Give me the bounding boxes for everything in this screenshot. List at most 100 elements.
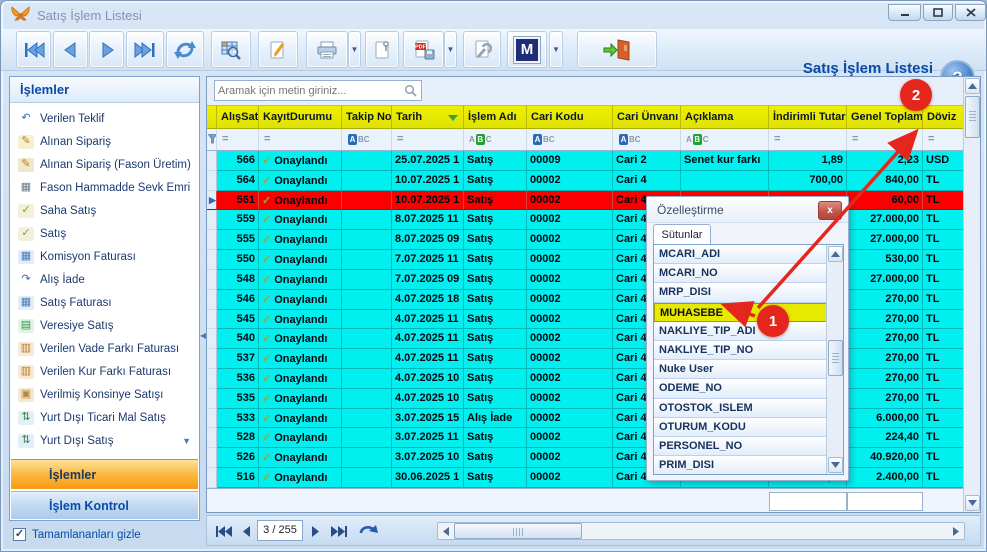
panel-button-islemler[interactable]: İşlemler xyxy=(11,459,198,489)
sidebar-item-3[interactable]: ✎Alınan Sipariş (Fason Üretim) xyxy=(10,153,199,176)
sidebar-item-6[interactable]: ✓Satış xyxy=(10,222,199,245)
m-dropdown-arrow[interactable]: ▼ xyxy=(549,31,563,68)
search-icon[interactable] xyxy=(404,84,417,97)
popup-column-item[interactable]: MUHASEBE xyxy=(654,303,827,322)
column-header-takipno[interactable]: Takip No xyxy=(342,105,392,129)
minimize-button[interactable] xyxy=(888,4,921,21)
grid-vertical-scrollbar[interactable] xyxy=(963,77,980,512)
filter-cell-takipno[interactable]: ABC xyxy=(342,129,392,150)
popup-scroll-down-button[interactable] xyxy=(828,457,843,473)
scroll-thumb[interactable] xyxy=(965,96,980,138)
popup-scrollbar[interactable] xyxy=(826,245,843,474)
page-next-button[interactable] xyxy=(307,521,325,541)
filter-cell-tarih[interactable]: = xyxy=(392,129,464,150)
column-header-indirimli[interactable]: İndirimli Tutar xyxy=(769,105,847,129)
search-input[interactable] xyxy=(218,82,398,99)
scroll-down-button[interactable] xyxy=(965,495,980,511)
new-document-button[interactable] xyxy=(365,31,399,68)
hide-completed-checkbox[interactable]: ✓ xyxy=(13,528,26,541)
table-search-button[interactable] xyxy=(211,31,251,68)
popup-column-item[interactable]: MCARI_ADI xyxy=(654,245,827,264)
filter-cell-alissatis[interactable]: = xyxy=(217,129,259,150)
sidebar-item-5[interactable]: ✓Saha Satış xyxy=(10,199,199,222)
popup-column-item[interactable]: OTURUM_KODU xyxy=(654,418,827,437)
filter-cell-aciklama[interactable]: ABC xyxy=(681,129,769,150)
pdf-dropdown-arrow[interactable]: ▼ xyxy=(444,31,457,68)
sidebar-item-10[interactable]: ▤Veresiye Satış xyxy=(10,314,199,337)
column-header-tarih[interactable]: Tarih xyxy=(392,105,464,129)
table-row[interactable]: 548✓Onaylandı7.07.2025 09Satış00002Cari … xyxy=(207,270,965,290)
table-row[interactable]: ▶561✓Onaylandı10.07.2025 1Satış00002Cari… xyxy=(207,191,965,211)
sidebar-item-7[interactable]: ▦Komisyon Faturası xyxy=(10,245,199,268)
sidebar-item-8[interactable]: ↷Alış İade xyxy=(10,268,199,291)
sidebar-item-1[interactable]: ↶Verilen Teklif xyxy=(10,107,199,130)
nav-first-button[interactable] xyxy=(16,31,51,68)
filter-cell-doviz[interactable]: = xyxy=(923,129,965,150)
page-last-button[interactable] xyxy=(327,521,351,541)
column-header-alissatis[interactable]: AlışSatış xyxy=(217,105,259,129)
popup-column-item[interactable]: MRP_DISI xyxy=(654,283,827,302)
sidebar-item-12[interactable]: ▥Verilen Kur Farkı Faturası xyxy=(10,360,199,383)
m-module-button[interactable]: M xyxy=(507,31,547,68)
table-row[interactable]: 564✓Onaylandı10.07.2025 1Satış00002Cari … xyxy=(207,171,965,191)
refresh-button[interactable] xyxy=(166,31,204,68)
table-row[interactable]: 545✓Onaylandı4.07.2025 11Satış00002Cari … xyxy=(207,310,965,330)
table-row[interactable]: 516✓Onaylandı30.06.2025 1Satış00002Cari … xyxy=(207,468,965,488)
page-prev-button[interactable] xyxy=(237,521,255,541)
grid-horizontal-scrollbar[interactable] xyxy=(437,522,965,540)
sidebar-item-9[interactable]: ▦Satış Faturası xyxy=(10,291,199,314)
filter-funnel-icon[interactable] xyxy=(207,129,217,150)
column-header-geneltoplam[interactable]: Genel Toplam xyxy=(847,105,923,129)
table-row[interactable]: 537✓Onaylandı4.07.2025 11Satış00002Cari … xyxy=(207,349,965,369)
scroll-up-button[interactable] xyxy=(965,78,980,94)
exit-button[interactable] xyxy=(577,31,657,68)
table-row[interactable]: 528✓Onaylandı3.07.2025 11Satış00002Cari … xyxy=(207,428,965,448)
sidebar-item-11[interactable]: ▥Verilen Vade Farkı Faturası xyxy=(10,337,199,360)
popup-column-item[interactable]: PERSONEL_NO xyxy=(654,437,827,456)
table-row[interactable]: 559✓Onaylandı8.07.2025 11Satış00002Cari … xyxy=(207,210,965,230)
edit-button[interactable] xyxy=(258,31,298,68)
popup-scroll-thumb[interactable] xyxy=(828,340,843,376)
popup-column-item[interactable]: NAKLIYE_TIP_NO xyxy=(654,341,827,360)
nav-last-button[interactable] xyxy=(126,31,164,68)
hscroll-thumb[interactable] xyxy=(454,523,582,539)
filter-cell-islemadi[interactable]: ABC xyxy=(464,129,527,150)
hscroll-right-button[interactable] xyxy=(949,524,963,538)
column-header-doviz[interactable]: Döviz xyxy=(923,105,965,129)
hscroll-left-button[interactable] xyxy=(439,524,453,538)
table-row[interactable]: 536✓Onaylandı4.07.2025 10Satış00002Cari … xyxy=(207,369,965,389)
column-header-aciklama[interactable]: Açıklama xyxy=(681,105,769,129)
table-row[interactable]: 546✓Onaylandı4.07.2025 18Satış00002Cari … xyxy=(207,290,965,310)
popup-close-button[interactable]: x xyxy=(818,201,842,220)
maximize-button[interactable] xyxy=(923,4,953,21)
table-row[interactable]: 533✓Onaylandı3.07.2025 15Alış İade00002C… xyxy=(207,409,965,429)
settings-wrench-button[interactable] xyxy=(463,31,501,68)
nav-next-button[interactable] xyxy=(89,31,124,68)
popup-tab-sutunlar[interactable]: Sütunlar xyxy=(653,224,711,245)
filter-cell-cariunvani[interactable]: ABC xyxy=(613,129,681,150)
sidebar-item-14[interactable]: ⇅Yurt Dışı Ticari Mal Satış xyxy=(10,406,199,429)
print-button[interactable] xyxy=(306,31,348,68)
column-header-cariunvani[interactable]: Cari Ünvanı xyxy=(613,105,681,129)
nav-prev-button[interactable] xyxy=(53,31,88,68)
popup-column-item[interactable]: NAKLIYE_TIP_ADI xyxy=(654,322,827,341)
filter-cell-carikodu[interactable]: ABC xyxy=(527,129,613,150)
popup-column-item[interactable]: MCARI_NO xyxy=(654,264,827,283)
column-header-islemadi[interactable]: İşlem Adı xyxy=(464,105,527,129)
sidebar-item-4[interactable]: ▦Fason Hammadde Sevk Emri xyxy=(10,176,199,199)
popup-column-item[interactable]: Nuke User xyxy=(654,360,827,379)
filter-cell-indirimli[interactable]: = xyxy=(769,129,847,150)
filter-cell-kayitdurumu[interactable]: = xyxy=(259,129,342,150)
popup-scroll-up-button[interactable] xyxy=(828,246,843,262)
table-row[interactable]: 555✓Onaylandı8.07.2025 09Satış00002Cari … xyxy=(207,230,965,250)
sidebar-item-13[interactable]: ▣Verilmiş Konsinye Satışı xyxy=(10,383,199,406)
column-header-kayitdurumu[interactable]: KayıtDurumu xyxy=(259,105,342,129)
sidebar-item-15[interactable]: ⇅Yurt Dışı Satış▼ xyxy=(10,429,199,452)
table-row[interactable]: 526✓Onaylandı3.07.2025 10Satış00002Cari … xyxy=(207,448,965,468)
column-header-carikodu[interactable]: Cari Kodu xyxy=(527,105,613,129)
popup-column-item[interactable]: OTOSTOK_ISLEM xyxy=(654,399,827,418)
table-row[interactable]: 535✓Onaylandı4.07.2025 10Satış00002Cari … xyxy=(207,389,965,409)
close-button[interactable] xyxy=(955,4,986,21)
chevron-down-icon[interactable]: ▼ xyxy=(182,436,191,446)
popup-column-item[interactable]: ODEME_NO xyxy=(654,379,827,398)
